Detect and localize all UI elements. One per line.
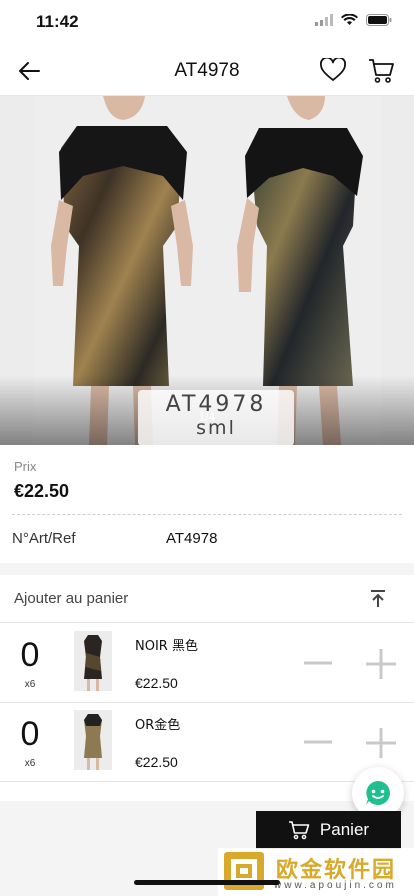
battery-icon [366, 14, 392, 26]
chat-icon [366, 781, 390, 805]
minus-icon [304, 661, 332, 665]
panier-label: Panier [319, 820, 370, 839]
cart-icon [288, 821, 310, 840]
site-logo-badge: 欧金软件园 www.apoujin.com [218, 848, 414, 896]
increase-quantity-button[interactable] [364, 647, 398, 681]
cart-section-header: Ajouter au panier [0, 575, 414, 623]
scroll-top-button[interactable] [366, 587, 390, 611]
minus-icon [304, 740, 332, 744]
price-section: Prix €22.50 N°Art/Ref AT4978 [0, 445, 414, 563]
variant-price: €22.50 [135, 675, 178, 691]
decrease-quantity-button[interactable] [302, 647, 334, 679]
page-indicator: 1/4 [198, 410, 216, 424]
add-to-cart-section: Ajouter au panier 0 x6 NOIR 黑色 €22.50 0 … [0, 575, 414, 801]
cart-section-title: Ajouter au panier [14, 590, 129, 607]
price-value: €22.50 [14, 481, 70, 501]
status-time: 11:42 [36, 12, 79, 31]
variant-row: 0 x6 NOIR 黑色 €22.50 [0, 623, 414, 703]
ref-value: AT4978 [166, 530, 218, 547]
plus-icon [366, 728, 396, 758]
ref-label: N°Art/Ref [12, 530, 76, 547]
variant-thumbnail[interactable] [74, 710, 112, 770]
signal-icon [315, 14, 333, 26]
product-gallery[interactable]: AT4978 sml 1/4 [0, 96, 414, 445]
variant-row: 0 x6 OR金色 €22.50 [0, 702, 414, 782]
nav-bar: AT4978 [0, 44, 414, 96]
quantity-value: 0 [20, 715, 40, 753]
pack-multiplier: x6 [24, 758, 36, 769]
decrease-quantity-button[interactable] [302, 726, 334, 758]
cart-icon [369, 59, 394, 83]
favorite-button[interactable] [320, 56, 348, 86]
variant-name: OR金色 [135, 718, 181, 733]
scroll-top-icon [371, 590, 385, 607]
variant-thumbnail[interactable] [74, 631, 112, 691]
divider [12, 514, 402, 515]
wifi-icon [341, 14, 358, 25]
status-bar: 11:42 [0, 0, 414, 44]
logo-url: www.apoujin.com [274, 880, 397, 891]
logo-icon [224, 852, 264, 890]
quantity-value: 0 [20, 636, 40, 674]
price-label: Prix [14, 459, 37, 474]
variant-price: €22.50 [135, 754, 178, 770]
heart-icon [320, 56, 346, 81]
increase-quantity-button[interactable] [364, 726, 398, 760]
cart-button[interactable] [368, 58, 396, 86]
plus-icon [366, 649, 396, 679]
status-icons [315, 14, 392, 26]
home-indicator[interactable] [134, 880, 280, 885]
panier-button[interactable]: Panier [256, 811, 401, 849]
variant-name: NOIR 黑色 [135, 639, 198, 654]
page-title: AT4978 [174, 60, 240, 81]
pack-multiplier: x6 [24, 679, 36, 690]
